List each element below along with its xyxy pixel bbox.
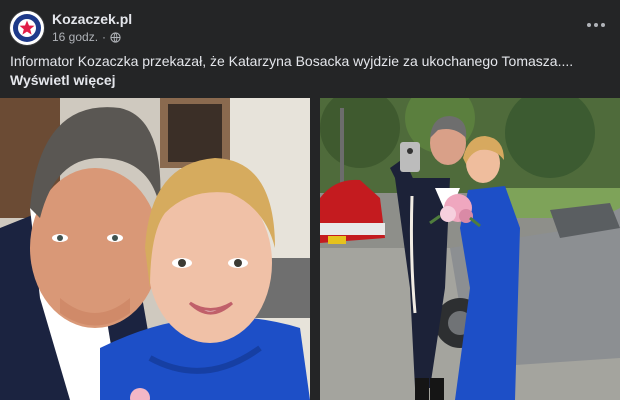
post-meta: 16 godz. · [52, 30, 121, 44]
page-avatar[interactable] [9, 10, 45, 46]
selfie-couple-photo[interactable] [0, 98, 310, 400]
kozaczek-logo-icon [13, 14, 41, 42]
post-time[interactable]: 16 godz. [52, 30, 98, 44]
meta-separator: · [102, 30, 107, 44]
more-options-button[interactable] [584, 13, 608, 37]
more-dots-icon [587, 23, 605, 27]
post-text: Informator Kozaczka przekazał, że Katarz… [10, 52, 610, 90]
post-header: Kozaczek.pl 16 godz. · [0, 0, 620, 50]
photo-grid [0, 98, 620, 400]
post-body-text: Informator Kozaczka przekazał, że Katarz… [10, 53, 574, 69]
see-more-link[interactable]: Wyświetl więcej [10, 72, 116, 88]
couple-by-cars-photo[interactable] [320, 98, 620, 400]
page-name-link[interactable]: Kozaczek.pl [52, 11, 132, 27]
globe-icon [110, 31, 121, 43]
